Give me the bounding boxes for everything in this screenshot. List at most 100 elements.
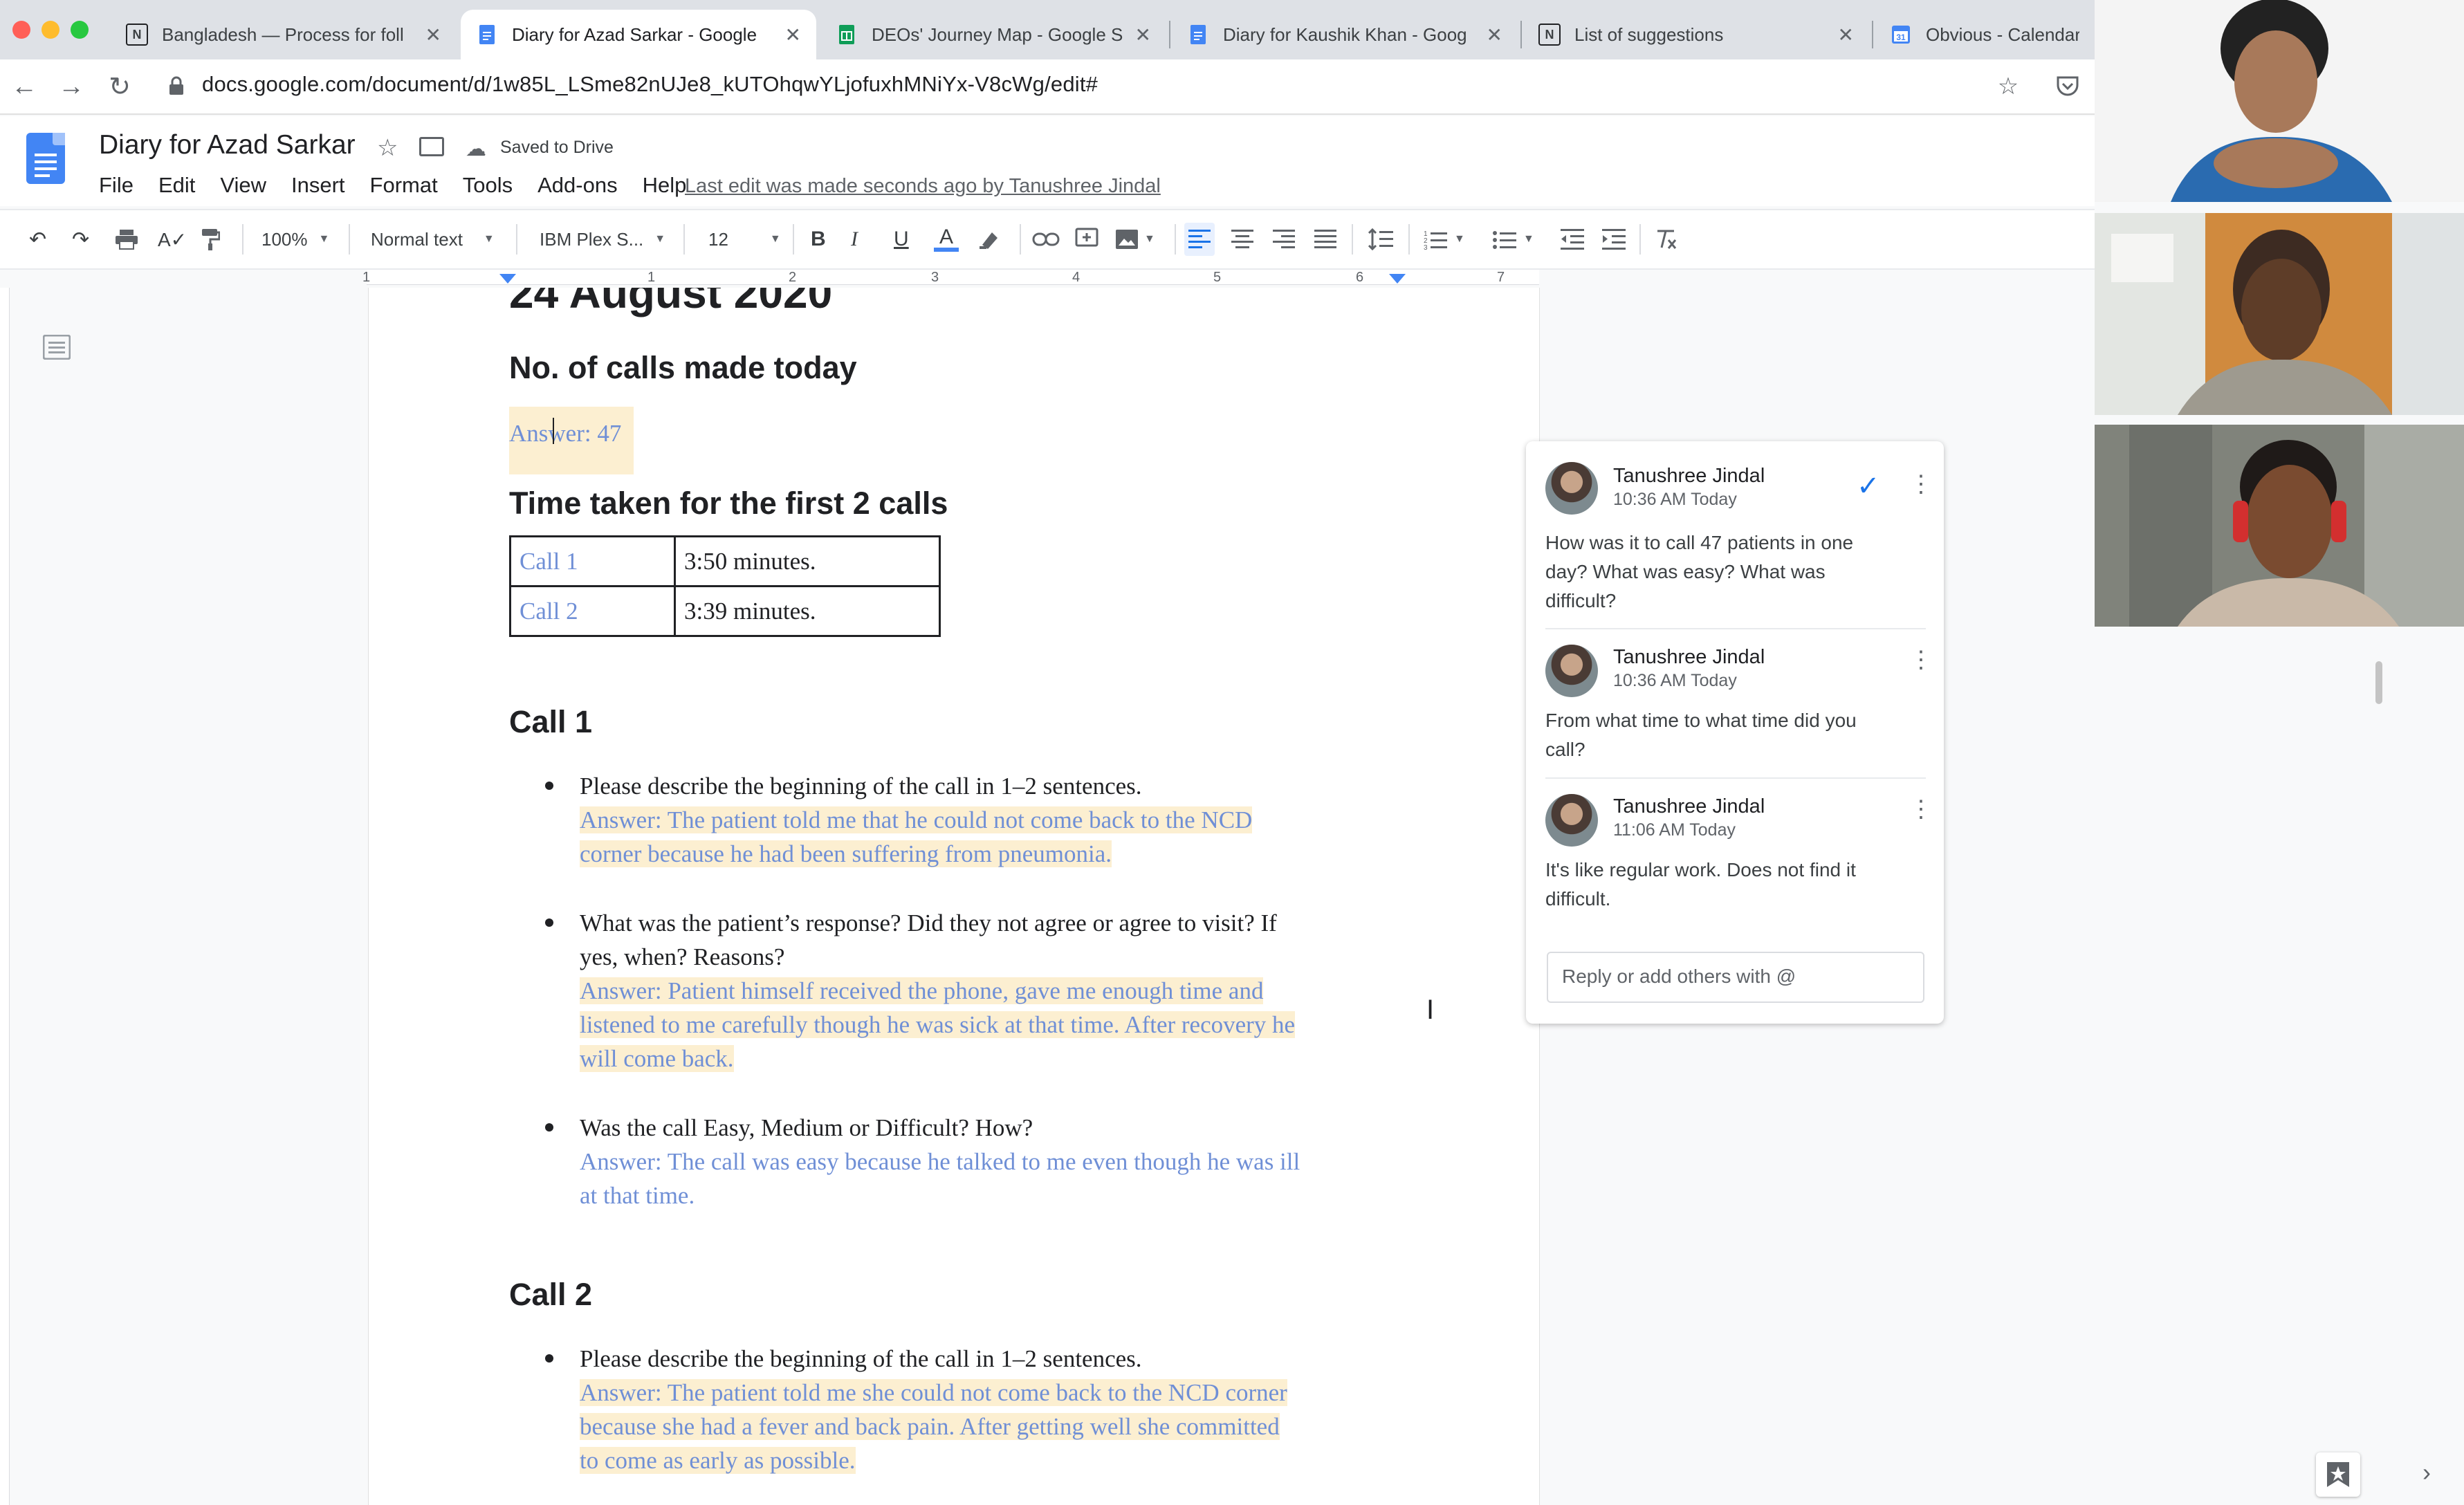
window-close-button[interactable] (12, 21, 30, 39)
video-tile-participant[interactable] (2095, 0, 2464, 202)
print-icon[interactable] (115, 223, 138, 256)
table-cell[interactable]: Call 2 (509, 585, 676, 637)
ruler-number: 3 (931, 270, 939, 285)
line-spacing-icon[interactable] (1368, 223, 1393, 256)
close-icon[interactable]: ✕ (1482, 24, 1502, 46)
document-title[interactable]: Diary for Azad Sarkar (99, 130, 356, 160)
insert-link-icon[interactable] (1032, 223, 1060, 256)
justify-icon[interactable] (1314, 223, 1336, 256)
align-left-icon[interactable] (1184, 223, 1215, 256)
ruler-number: 2 (789, 270, 797, 285)
question-text: What was the patient’s response? Did the… (580, 910, 1277, 936)
align-center-icon[interactable] (1231, 223, 1253, 256)
clear-formatting-icon[interactable] (1655, 223, 1677, 256)
bookmark-star-icon[interactable]: ☆ (1991, 69, 2025, 104)
tab-title: DEOs' Journey Map - Google S (872, 24, 1123, 45)
paint-format-icon[interactable] (201, 223, 220, 256)
tab-title: List of suggestions (1574, 24, 1724, 45)
window-minimize-button[interactable] (42, 21, 59, 39)
toolbar-separator (1639, 224, 1641, 255)
close-icon[interactable]: ✕ (421, 24, 441, 46)
right-indent-marker[interactable] (1389, 274, 1406, 284)
increase-indent-icon[interactable] (1602, 223, 1626, 256)
menu-addons[interactable]: Add-ons (537, 173, 617, 198)
menu-edit[interactable]: Edit (158, 173, 195, 198)
menu-view[interactable]: View (220, 173, 266, 198)
calls-answer: Answer: 47 (509, 407, 634, 474)
answer-line: because she had a fever and back pain. A… (580, 1413, 1280, 1440)
menu-format[interactable]: Format (370, 173, 438, 198)
close-icon[interactable]: ✕ (1130, 24, 1151, 46)
menu-file[interactable]: File (99, 173, 134, 198)
tab-title: Diary for Kaushik Khan - Goog (1223, 24, 1467, 45)
italic-icon[interactable]: I (851, 223, 858, 256)
answer-line: will come back. (580, 1045, 734, 1072)
table-cell[interactable]: 3:50 minutes. (674, 535, 941, 587)
align-right-icon[interactable] (1273, 223, 1295, 256)
browser-tab[interactable]: N List of suggestions ✕ (1523, 10, 1869, 59)
toolbar-separator (683, 224, 685, 255)
call2-heading: Call 2 (509, 1277, 593, 1312)
table-cell[interactable]: Call 1 (509, 535, 676, 587)
pocket-icon[interactable] (2050, 69, 2085, 104)
toolbar-separator (349, 224, 350, 255)
browser-tab[interactable]: N Bangladesh — Process for foll ✕ (111, 10, 457, 59)
menu-insert[interactable]: Insert (291, 173, 345, 198)
toolbar-separator (793, 224, 794, 255)
browser-tab[interactable]: 31 Obvious - Calendar (1875, 10, 2095, 59)
more-vert-icon[interactable]: ⋮ (1909, 470, 1933, 498)
reload-icon[interactable]: ↻ (102, 69, 137, 104)
left-indent-marker[interactable] (499, 274, 516, 284)
back-arrow-icon[interactable]: ← (7, 69, 42, 104)
decrease-indent-icon[interactable] (1561, 223, 1584, 256)
chevron-right-icon[interactable]: › (2422, 1458, 2431, 1487)
close-icon[interactable]: ✕ (780, 24, 801, 46)
comment-text: call? (1545, 739, 1585, 760)
browser-tab[interactable]: Diary for Kaushik Khan - Goog ✕ (1172, 10, 1518, 59)
move-folder-icon[interactable] (419, 137, 444, 156)
window-maximize-button[interactable] (71, 21, 89, 39)
insert-image-icon[interactable]: ▼ (1115, 223, 1155, 256)
comment-text: It's like regular work. Does not find it (1545, 859, 1856, 880)
sheets-icon (836, 24, 858, 46)
toolbar-separator (1020, 224, 1021, 255)
text-color-icon[interactable]: A (934, 223, 959, 256)
font-select[interactable]: IBM Plex S... ▼ (540, 223, 665, 256)
numbered-list-icon[interactable]: 1 2 3 ▼ (1424, 223, 1465, 256)
more-vert-icon[interactable]: ⋮ (1909, 795, 1933, 823)
video-tile-participant[interactable] (2095, 213, 2464, 415)
reply-input[interactable]: Reply or add others with @ (1547, 952, 1924, 1003)
bold-icon[interactable]: B (811, 223, 826, 256)
underline-icon[interactable]: U (894, 223, 909, 256)
browser-tab[interactable]: DEOs' Journey Map - Google S ✕ (820, 10, 1166, 59)
font-size-select[interactable]: 12 ▼ (708, 223, 781, 256)
url-field[interactable]: docs.google.com/document/d/1w85L_LSme82n… (202, 72, 1098, 97)
forward-arrow-icon[interactable]: → (54, 69, 89, 104)
menu-bar: File Edit View Insert Format Tools Add-o… (99, 173, 686, 198)
answer-line: Answer: Patient himself received the pho… (580, 977, 1264, 1004)
document-outline-icon[interactable] (42, 334, 71, 360)
scrollbar-thumb[interactable] (2375, 661, 2382, 704)
docs-logo-icon[interactable] (26, 133, 65, 184)
add-comment-icon[interactable] (1075, 223, 1098, 256)
bulleted-list-icon[interactable]: ▼ (1493, 223, 1534, 256)
close-icon[interactable]: ✕ (1833, 24, 1854, 46)
menu-tools[interactable]: Tools (463, 173, 513, 198)
star-icon[interactable]: ☆ (377, 134, 398, 162)
zoom-select[interactable]: 100% ▼ (261, 223, 329, 256)
style-select[interactable]: Normal text ▼ (371, 223, 495, 256)
resolve-check-icon[interactable]: ✓ (1857, 470, 1880, 502)
table-cell[interactable]: 3:39 minutes. (674, 585, 941, 637)
video-tile-participant[interactable] (2095, 425, 2464, 627)
more-vert-icon[interactable]: ⋮ (1909, 646, 1933, 674)
redo-icon[interactable]: ↷ (72, 223, 89, 256)
highlight-color-icon[interactable] (978, 223, 1000, 256)
answer-line: to come as early as possible. (580, 1447, 856, 1474)
browser-tab-active[interactable]: Diary for Azad Sarkar - Google ✕ (461, 10, 816, 59)
save-status: Saved to Drive (500, 138, 614, 157)
undo-icon[interactable]: ↶ (29, 223, 46, 256)
explore-icon[interactable] (2316, 1452, 2360, 1497)
menu-help[interactable]: Help (643, 173, 687, 198)
last-edit-link[interactable]: Last edit was made seconds ago by Tanush… (685, 175, 1161, 198)
spellcheck-icon[interactable]: A✓ (158, 223, 187, 256)
